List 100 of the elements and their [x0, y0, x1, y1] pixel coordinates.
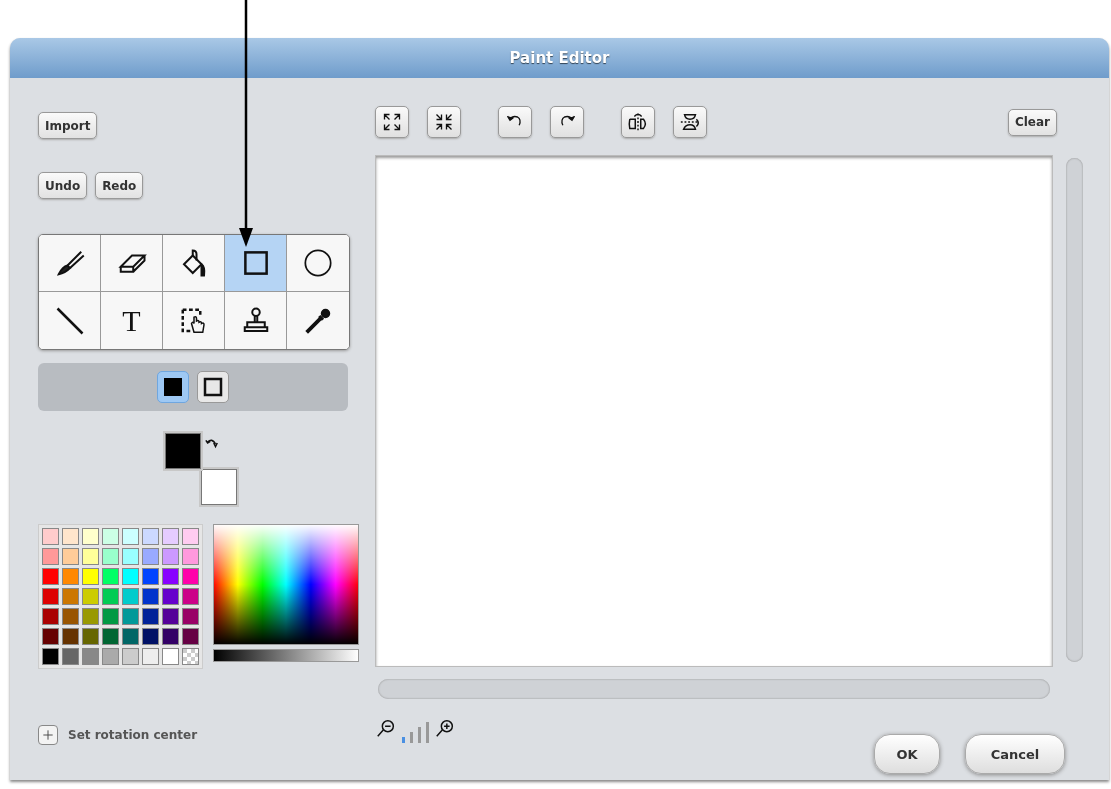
flip-horizontal-button[interactable] — [621, 106, 655, 138]
transparent-swatch[interactable] — [182, 648, 199, 665]
line-tool[interactable] — [39, 292, 101, 349]
text-tool[interactable]: T — [101, 292, 163, 349]
zoom-in-icon — [434, 718, 456, 740]
fill-tool[interactable] — [163, 235, 225, 292]
ellipse-tool[interactable] — [287, 235, 349, 292]
color-swatch[interactable] — [162, 528, 179, 545]
color-swatch[interactable] — [102, 568, 119, 585]
horizontal-scrollbar[interactable] — [378, 679, 1050, 699]
color-swatch[interactable] — [122, 648, 139, 665]
import-button[interactable]: Import — [38, 112, 98, 139]
rotate-right-button[interactable] — [550, 106, 584, 138]
filled-mode-button[interactable] — [157, 371, 189, 403]
brightness-bar[interactable] — [213, 649, 359, 662]
eyedropper-tool[interactable] — [287, 292, 349, 349]
color-swatch[interactable] — [162, 548, 179, 565]
color-swatch[interactable] — [182, 568, 199, 585]
stamp-tool[interactable] — [225, 292, 287, 349]
select-tool[interactable] — [163, 292, 225, 349]
color-swatch[interactable] — [182, 588, 199, 605]
color-swatch[interactable] — [42, 528, 59, 545]
redo-button[interactable]: Redo — [95, 172, 144, 199]
color-swatch[interactable] — [122, 568, 139, 585]
vertical-scrollbar[interactable] — [1066, 158, 1083, 662]
color-swatch[interactable] — [82, 548, 99, 565]
color-swatch[interactable] — [102, 628, 119, 645]
color-swatch[interactable] — [62, 528, 79, 545]
color-swatch[interactable] — [102, 588, 119, 605]
color-swatch[interactable] — [62, 588, 79, 605]
line-icon — [54, 305, 85, 336]
rectangle-tool[interactable] — [225, 235, 287, 292]
clear-button[interactable]: Clear — [1007, 108, 1057, 136]
rotation-center-label: Set rotation center — [68, 728, 198, 742]
color-swatch[interactable] — [42, 648, 59, 665]
color-swatch[interactable] — [122, 528, 139, 545]
cancel-button[interactable]: Cancel — [965, 734, 1065, 774]
color-swatch[interactable] — [102, 608, 119, 625]
color-swatch[interactable] — [102, 648, 119, 665]
brush-icon — [54, 248, 85, 278]
color-swatch[interactable] — [162, 588, 179, 605]
color-swatch[interactable] — [162, 628, 179, 645]
color-swatch[interactable] — [62, 608, 79, 625]
color-swatch[interactable] — [142, 588, 159, 605]
grow-button[interactable] — [375, 106, 409, 138]
color-swatch[interactable] — [162, 648, 179, 665]
color-swatch[interactable] — [122, 628, 139, 645]
shrink-icon — [434, 112, 454, 132]
color-swatch[interactable] — [42, 588, 59, 605]
color-swatch[interactable] — [122, 588, 139, 605]
color-swatch[interactable] — [142, 608, 159, 625]
color-swatch[interactable] — [182, 528, 199, 545]
color-swatch[interactable] — [82, 568, 99, 585]
color-swatch[interactable] — [82, 528, 99, 545]
rotation-center-button[interactable] — [38, 725, 58, 745]
color-swatch[interactable] — [82, 588, 99, 605]
window-title: Paint Editor — [509, 49, 610, 67]
color-swatch[interactable] — [82, 628, 99, 645]
color-swatch[interactable] — [62, 628, 79, 645]
background-color-swatch[interactable] — [201, 469, 237, 505]
color-swatch[interactable] — [122, 608, 139, 625]
color-swatch[interactable] — [142, 648, 159, 665]
color-swatch[interactable] — [102, 528, 119, 545]
color-swatch[interactable] — [142, 628, 159, 645]
color-swatch[interactable] — [122, 548, 139, 565]
flip-vertical-icon — [679, 111, 701, 133]
eraser-tool[interactable] — [101, 235, 163, 292]
color-swatch[interactable] — [82, 608, 99, 625]
flip-vertical-button[interactable] — [673, 106, 707, 138]
color-swatch[interactable] — [62, 568, 79, 585]
rotate-left-button[interactable] — [498, 106, 532, 138]
color-swatch[interactable] — [142, 548, 159, 565]
foreground-color-swatch[interactable] — [165, 433, 201, 469]
outline-square-icon — [203, 377, 223, 397]
shrink-button[interactable] — [427, 106, 461, 138]
color-swatch[interactable] — [62, 548, 79, 565]
color-swatch[interactable] — [142, 528, 159, 545]
color-swatch[interactable] — [142, 568, 159, 585]
color-swatch[interactable] — [42, 628, 59, 645]
undo-button[interactable]: Undo — [38, 172, 88, 199]
ok-button[interactable]: OK — [874, 734, 940, 774]
color-swatch[interactable] — [42, 608, 59, 625]
color-swatch[interactable] — [182, 608, 199, 625]
color-spectrum[interactable] — [213, 524, 359, 645]
color-swatch[interactable] — [42, 548, 59, 565]
color-swatch[interactable] — [42, 568, 59, 585]
color-swatch[interactable] — [182, 548, 199, 565]
color-swatch[interactable] — [182, 628, 199, 645]
brush-tool[interactable] — [39, 235, 101, 292]
color-swatch[interactable] — [102, 548, 119, 565]
filled-square-icon — [163, 377, 183, 397]
color-swatch[interactable] — [162, 568, 179, 585]
color-swatch[interactable] — [62, 648, 79, 665]
circle-icon — [302, 247, 334, 279]
color-swatch[interactable] — [82, 648, 99, 665]
zoom-level-indicator — [402, 722, 429, 743]
plus-icon — [41, 728, 55, 742]
expand-icon — [382, 112, 402, 132]
color-swatch[interactable] — [162, 608, 179, 625]
outline-mode-button[interactable] — [197, 371, 229, 403]
